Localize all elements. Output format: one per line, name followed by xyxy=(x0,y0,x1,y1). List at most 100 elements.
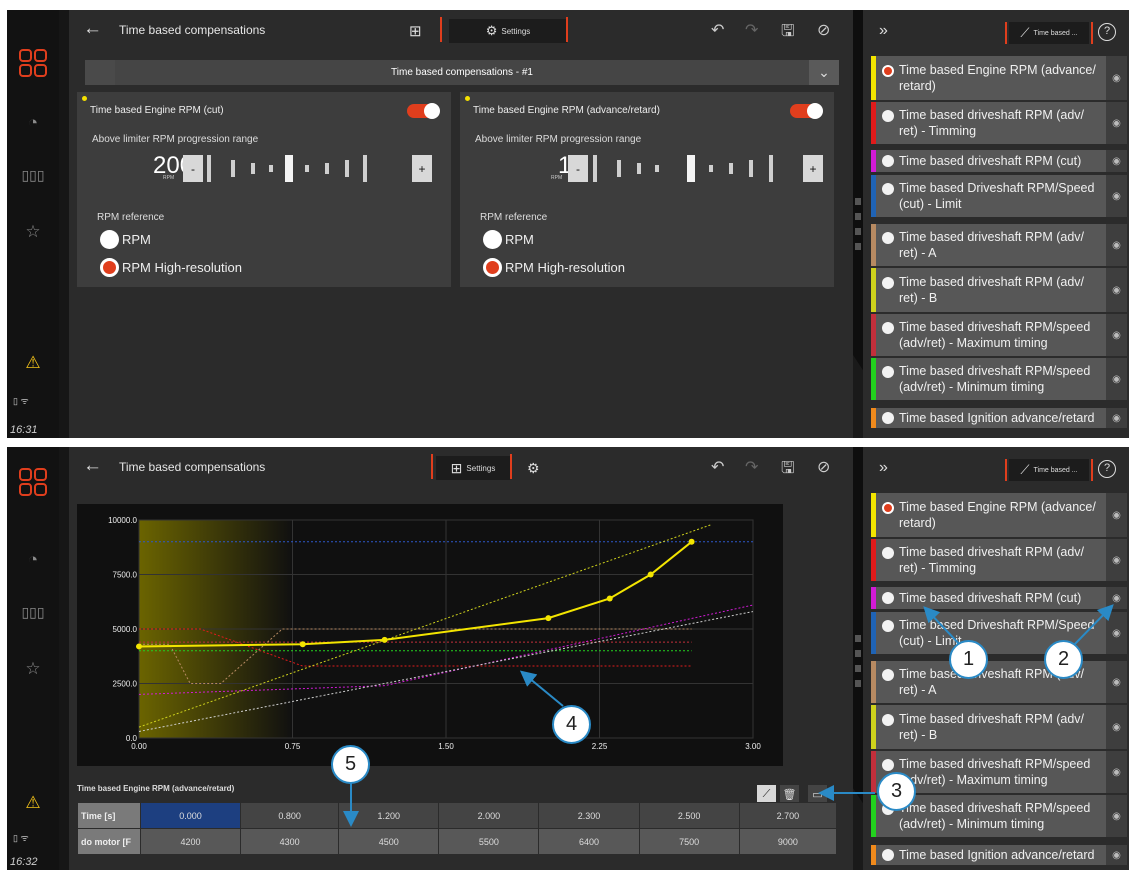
table-cell[interactable]: 4300 xyxy=(240,828,340,855)
variable-item[interactable]: Time based driveshaft RPM (adv/ ret) - T… xyxy=(871,102,1127,144)
visibility-eye-icon[interactable]: ◉ xyxy=(1106,612,1127,654)
gauge-icon[interactable]: ◔ xyxy=(7,550,59,570)
cancel-icon[interactable]: ⊘ xyxy=(817,20,830,40)
gauge-icon[interactable]: ◔ xyxy=(7,113,59,133)
variable-item[interactable]: Time based driveshaft RPM (cut) ◉ xyxy=(871,587,1127,609)
visibility-eye-icon[interactable]: ◉ xyxy=(1106,408,1127,428)
visibility-eye-icon[interactable]: ◉ xyxy=(1106,705,1127,749)
select-radio[interactable] xyxy=(882,620,894,632)
columns-icon[interactable]: ▯▯▯ xyxy=(7,167,59,184)
enable-toggle[interactable] xyxy=(407,103,440,119)
increment-button[interactable]: + xyxy=(803,155,823,182)
collapse-icon[interactable]: » xyxy=(879,459,888,477)
select-radio[interactable] xyxy=(882,155,894,167)
help-icon[interactable]: ? xyxy=(1098,23,1116,41)
select-radio[interactable] xyxy=(882,366,894,378)
undo-icon[interactable]: ↶ xyxy=(711,457,724,477)
table-cell[interactable]: 2.700 xyxy=(738,802,838,829)
variable-item[interactable]: Time based driveshaft RPM (adv/ ret) - T… xyxy=(871,539,1127,581)
star-icon[interactable]: ☆ xyxy=(7,659,59,679)
radio-rpm[interactable]: RPM xyxy=(100,230,151,249)
select-radio[interactable] xyxy=(882,65,894,77)
cancel-icon[interactable]: ⊘ xyxy=(817,457,830,477)
variable-item[interactable]: Time based driveshaft RPM (adv/ ret) - A… xyxy=(871,661,1127,703)
variable-item[interactable]: Time based driveshaft RPM (cut) ◉ xyxy=(871,150,1127,172)
redo-icon[interactable]: ↷ xyxy=(745,20,758,40)
apps-icon[interactable] xyxy=(7,48,59,78)
radio-rpm-high-res[interactable]: RPM High-resolution xyxy=(483,258,625,277)
collapse-icon[interactable]: » xyxy=(879,22,888,40)
visibility-eye-icon[interactable]: ◉ xyxy=(1106,358,1127,400)
save-icon[interactable]: 🖫 xyxy=(781,20,795,47)
chevron-down-icon[interactable]: ⌄ xyxy=(809,64,839,81)
visibility-eye-icon[interactable]: ◉ xyxy=(1106,102,1127,144)
select-radio[interactable] xyxy=(882,849,894,861)
back-arrow-icon[interactable]: ← xyxy=(83,455,102,477)
variable-item[interactable]: Time based driveshaft RPM (adv/ ret) - A… xyxy=(871,224,1127,266)
visibility-eye-icon[interactable]: ◉ xyxy=(1106,224,1127,266)
variable-item[interactable]: Time based driveshaft RPM (adv/ ret) - B… xyxy=(871,705,1127,749)
graph-tab[interactable]: ⟋ Time based ... xyxy=(1009,459,1089,481)
variable-item[interactable]: Time based Ignition advance/retard ◉ xyxy=(871,408,1127,428)
decrement-button[interactable]: - xyxy=(183,155,203,182)
graph-tab[interactable]: ⟋ Time based ... xyxy=(1009,22,1089,44)
enable-toggle[interactable] xyxy=(790,103,823,119)
table-cell[interactable]: 4200 xyxy=(139,828,242,855)
undo-icon[interactable]: ↶ xyxy=(711,20,724,40)
value-slider[interactable] xyxy=(593,155,793,182)
visibility-eye-icon[interactable]: ◉ xyxy=(1106,56,1127,100)
variable-item[interactable]: Time based driveshaft RPM/speed (adv/ret… xyxy=(871,358,1127,400)
table-cell[interactable]: 6400 xyxy=(538,828,640,855)
redo-icon[interactable]: ↷ xyxy=(745,457,758,477)
visibility-eye-icon[interactable]: ◉ xyxy=(1106,795,1127,837)
select-radio[interactable] xyxy=(882,232,894,244)
visibility-eye-icon[interactable]: ◉ xyxy=(1106,314,1127,356)
increment-button[interactable]: + xyxy=(412,155,432,182)
select-radio[interactable] xyxy=(882,502,894,514)
save-icon[interactable]: 🖫 xyxy=(781,457,795,484)
settings-tab[interactable]: ⚙ Settings xyxy=(449,19,567,43)
visibility-eye-icon[interactable]: ◉ xyxy=(1106,845,1127,865)
table-tab[interactable]: ⊞ Settings xyxy=(436,456,510,480)
visibility-eye-icon[interactable]: ◉ xyxy=(1106,493,1127,537)
apps-icon[interactable] xyxy=(7,467,59,497)
variable-item[interactable]: Time based Engine RPM (advance/ retard) ◉ xyxy=(871,56,1127,100)
variable-item[interactable]: Time based driveshaft RPM (adv/ ret) - B… xyxy=(871,268,1127,312)
visibility-eye-icon[interactable]: ◉ xyxy=(1106,539,1127,581)
select-radio[interactable] xyxy=(882,110,894,122)
star-icon[interactable]: ☆ xyxy=(7,222,59,242)
variable-item[interactable]: Time based Driveshaft RPM/Speed (cut) - … xyxy=(871,175,1127,217)
table-view-icon[interactable]: ⊞ xyxy=(409,19,422,43)
table-cell[interactable]: 7500 xyxy=(638,828,740,855)
variable-item[interactable]: Time based Driveshaft RPM/Speed (cut) - … xyxy=(871,612,1127,654)
select-radio[interactable] xyxy=(882,592,894,604)
warning-icon[interactable]: ⚠ xyxy=(7,353,59,373)
table-cell[interactable]: 5500 xyxy=(438,828,540,855)
table-cell[interactable]: 2.300 xyxy=(538,802,640,829)
gear-icon[interactable]: ⚙ xyxy=(527,456,540,480)
variable-item[interactable]: Time based Engine RPM (advance/ retard) ◉ xyxy=(871,493,1127,537)
visibility-eye-icon[interactable]: ◉ xyxy=(1106,150,1127,172)
value-slider[interactable] xyxy=(207,155,407,182)
columns-icon[interactable]: ▯▯▯ xyxy=(7,604,59,621)
table-cell[interactable]: 0.000 xyxy=(139,802,242,829)
table-cell[interactable]: 9000 xyxy=(738,828,838,855)
variable-item[interactable]: Time based driveshaft RPM/speed (adv/ret… xyxy=(871,314,1127,356)
help-icon[interactable]: ? xyxy=(1098,460,1116,478)
table-cell[interactable]: 2.000 xyxy=(438,802,540,829)
variable-item[interactable]: Time based Ignition advance/retard ◉ xyxy=(871,845,1127,865)
visibility-eye-icon[interactable]: ◉ xyxy=(1106,268,1127,312)
select-radio[interactable] xyxy=(882,669,894,681)
select-radio[interactable] xyxy=(882,183,894,195)
table-cell[interactable]: 0.800 xyxy=(240,802,340,829)
select-radio[interactable] xyxy=(882,714,894,726)
record-dropdown[interactable]: Time based compensations - #1 ⌄ xyxy=(85,60,839,85)
back-arrow-icon[interactable]: ← xyxy=(83,18,102,40)
table-cell[interactable]: 4500 xyxy=(338,828,440,855)
visibility-eye-icon[interactable]: ◉ xyxy=(1106,587,1127,609)
select-radio[interactable] xyxy=(882,547,894,559)
select-radio[interactable] xyxy=(882,277,894,289)
visibility-eye-icon[interactable]: ◉ xyxy=(1106,661,1127,703)
decrement-button[interactable]: - xyxy=(568,155,588,182)
radio-rpm[interactable]: RPM xyxy=(483,230,534,249)
